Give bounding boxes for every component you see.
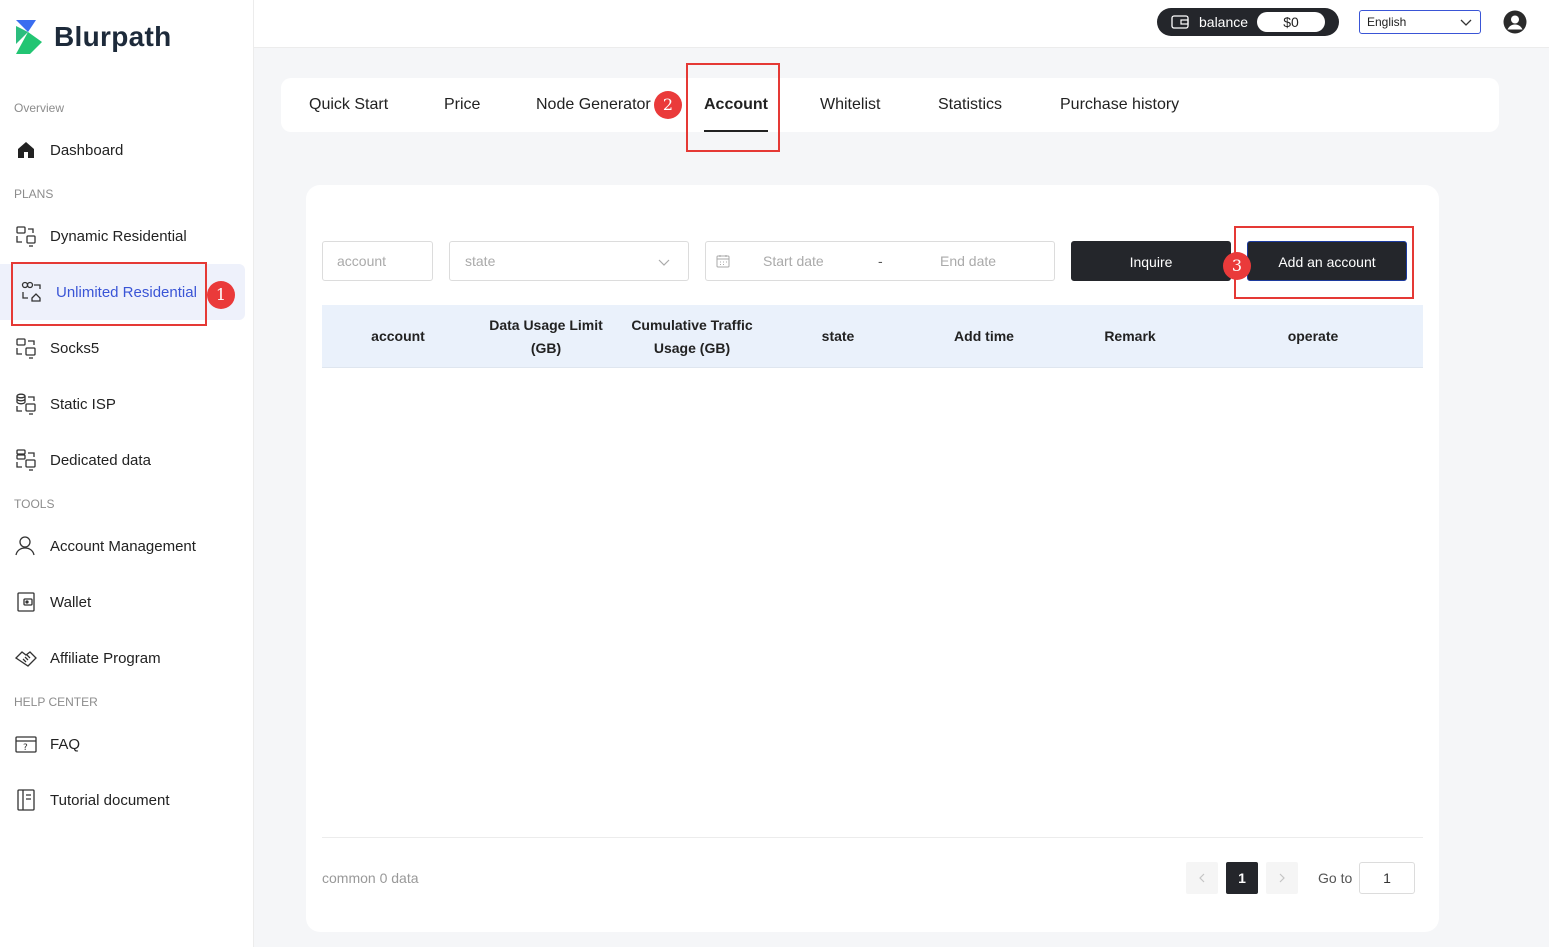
annotation-badge-2: 2: [654, 91, 682, 119]
column-header-add-time: Add time: [954, 328, 1014, 344]
annotation-badge-3: 3: [1223, 252, 1251, 280]
sidebar-item-affiliate-program[interactable]: Affiliate Program: [0, 630, 245, 686]
section-plans: PLANS: [14, 187, 54, 201]
language-select[interactable]: English: [1359, 10, 1481, 34]
sidebar-item-wallet[interactable]: Wallet: [0, 574, 245, 630]
tab-statistics[interactable]: Statistics: [938, 78, 1002, 132]
next-page-button[interactable]: [1266, 862, 1298, 894]
inquire-button[interactable]: Inquire: [1071, 241, 1231, 281]
annotation-box-3: [1234, 226, 1414, 299]
table-footer-divider: [322, 837, 1423, 838]
sidebar-item-label: Dedicated data: [50, 451, 151, 469]
sidebar-item-label: Tutorial document: [50, 791, 170, 809]
tab-quick-start[interactable]: Quick Start: [309, 78, 388, 132]
balance-value: $0: [1257, 12, 1325, 32]
sidebar-item-socks5[interactable]: Socks5: [0, 320, 245, 376]
column-header-data-usage-limit: Data Usage Limit (GB): [489, 316, 603, 356]
balance-label: balance: [1199, 14, 1249, 30]
sidebar-item-dashboard[interactable]: Dashboard: [0, 122, 245, 178]
handshake-icon: [14, 646, 38, 670]
section-help-center: HELP CENTER: [14, 695, 98, 709]
annotation-box-2: [686, 63, 780, 152]
chevron-down-icon: [1460, 19, 1472, 26]
sidebar-item-static-isp[interactable]: Static ISP: [0, 376, 245, 432]
sidebar-item-label: FAQ: [50, 735, 81, 753]
column-header-operate: operate: [1287, 328, 1339, 344]
state-select[interactable]: state: [449, 241, 689, 281]
section-tools: TOOLS: [14, 497, 55, 511]
chevron-left-icon: [1199, 873, 1205, 883]
sidebar-item-tutorial-document[interactable]: Tutorial document: [0, 772, 245, 828]
chevron-down-icon: [658, 259, 670, 266]
state-placeholder: state: [465, 253, 496, 269]
logo-icon: [16, 20, 42, 54]
brand-name: Blurpath: [54, 21, 172, 52]
tab-bar: Quick Start Price Node Generator Account…: [281, 78, 1499, 132]
sidebar-item-label: Wallet: [50, 593, 92, 611]
user-icon: [14, 534, 38, 558]
section-overview: Overview: [14, 101, 65, 115]
sidebar-item-label: Static ISP: [50, 395, 116, 413]
language-value: English: [1367, 15, 1407, 29]
total-count: common 0 data: [322, 870, 419, 886]
chevron-right-icon: [1279, 873, 1285, 883]
dedicated-data-icon: [14, 448, 38, 472]
column-header-remark: Remark: [1104, 328, 1156, 344]
tab-purchase-history[interactable]: Purchase history: [1060, 78, 1179, 132]
static-isp-icon: [14, 392, 38, 416]
tab-node-generator[interactable]: Node Generator: [536, 78, 651, 132]
brand-logo[interactable]: Blurpath: [14, 18, 172, 56]
sidebar-item-dedicated-data[interactable]: Dedicated data: [0, 432, 245, 488]
column-header-state: state: [821, 328, 855, 344]
sidebar-item-dynamic-residential[interactable]: Dynamic Residential: [0, 208, 245, 264]
prev-page-button[interactable]: [1186, 862, 1218, 894]
column-header-account: account: [371, 328, 425, 344]
document-icon: [14, 788, 38, 812]
home-icon: [14, 138, 38, 162]
user-avatar-icon[interactable]: [1503, 10, 1527, 34]
calendar-icon: [716, 255, 730, 268]
sidebar: Blurpath Overview Dashboard PLANS Dynami…: [0, 0, 254, 947]
start-date-field[interactable]: Start date: [763, 253, 824, 269]
account-input[interactable]: account: [322, 241, 433, 281]
goto-page-input[interactable]: 1: [1359, 862, 1415, 894]
sidebar-item-label: Dynamic Residential: [50, 227, 187, 245]
date-range-picker[interactable]: Start date - End date: [705, 241, 1055, 281]
sidebar-item-label: Dashboard: [50, 141, 124, 159]
sidebar-item-faq[interactable]: ? FAQ: [0, 716, 245, 772]
wallet-icon: [14, 590, 38, 614]
date-separator: -: [878, 253, 883, 269]
sidebar-item-label: Socks5: [50, 339, 100, 357]
socks5-icon: [14, 336, 38, 360]
goto-label: Go to: [1318, 870, 1353, 886]
sidebar-item-label: Account Management: [50, 537, 196, 555]
sidebar-item-label: Affiliate Program: [50, 649, 161, 667]
balance-pill[interactable]: balance $0: [1157, 8, 1339, 36]
page-number-current[interactable]: 1: [1226, 862, 1258, 894]
tab-whitelist[interactable]: Whitelist: [820, 78, 880, 132]
top-bar: [254, 0, 1549, 48]
column-header-cumulative-traffic: Cumulative Traffic Usage (GB): [631, 316, 753, 356]
end-date-field[interactable]: End date: [940, 253, 996, 269]
faq-icon: ?: [14, 732, 38, 756]
annotation-box-1: [11, 262, 207, 326]
annotation-badge-1: 1: [207, 281, 235, 309]
sidebar-item-account-management[interactable]: Account Management: [0, 518, 245, 574]
svg-text:?: ?: [23, 743, 28, 753]
wallet-icon: [1171, 15, 1189, 29]
table-header: account Data Usage Limit (GB) Cumulative…: [322, 305, 1423, 368]
tab-price[interactable]: Price: [444, 78, 480, 132]
dynamic-residential-icon: [14, 224, 38, 248]
account-placeholder: account: [337, 253, 387, 269]
